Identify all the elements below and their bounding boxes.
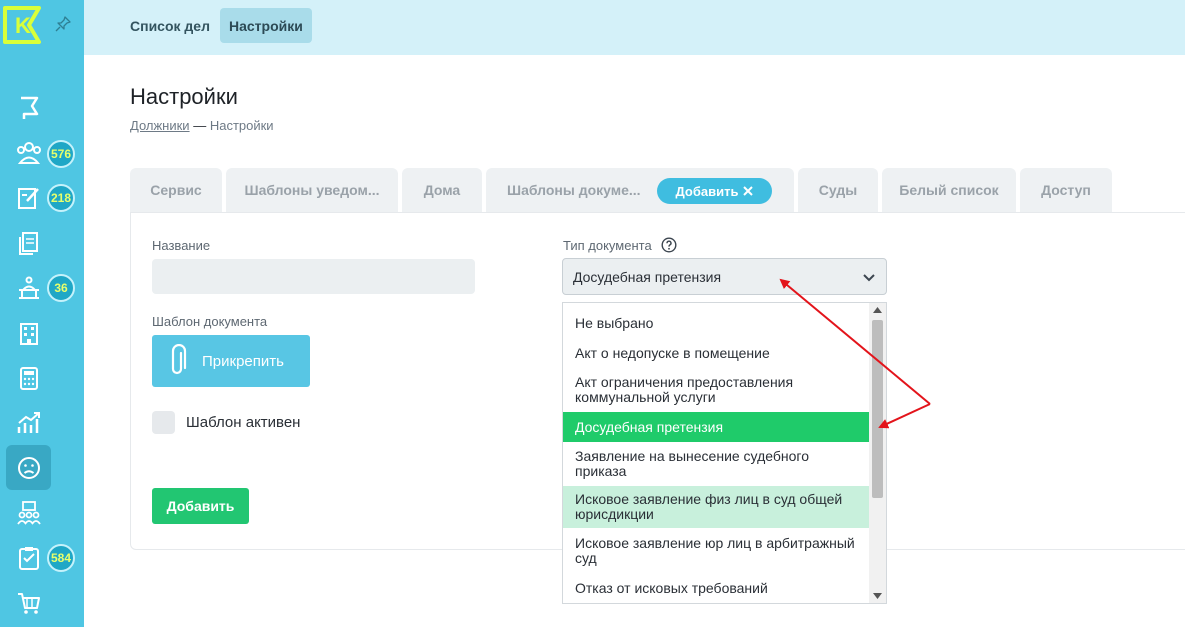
template-active-label: Шаблон активен bbox=[186, 414, 301, 431]
sidebar-item-tasks[interactable] bbox=[6, 175, 51, 220]
tab-courts[interactable]: Суды bbox=[798, 168, 878, 212]
help-icon[interactable] bbox=[661, 237, 677, 253]
add-template-chip-label: Добавить bbox=[675, 183, 739, 199]
tab-houses[interactable]: Дома bbox=[402, 168, 482, 212]
tab-notification-templates[interactable]: Шаблоны уведом... bbox=[226, 168, 398, 212]
sidebar-item-users[interactable] bbox=[6, 490, 51, 535]
edit-document-icon bbox=[17, 187, 39, 209]
users-presentation-icon bbox=[16, 500, 41, 525]
tab-whitelist[interactable]: Белый список bbox=[882, 168, 1016, 212]
chart-growth-icon bbox=[17, 411, 40, 433]
calculator-icon bbox=[19, 366, 38, 390]
tab-document-templates-label: Шаблоны докуме... bbox=[507, 182, 641, 198]
template-active-checkbox[interactable] bbox=[152, 411, 175, 434]
sidebar-item-debtors[interactable] bbox=[6, 130, 51, 175]
dropdown-option[interactable]: Не выбрано bbox=[563, 309, 870, 337]
dropdown-option[interactable]: Акт ограничения предоставления коммуналь… bbox=[563, 369, 870, 411]
sidebar-item-calculator[interactable] bbox=[6, 355, 51, 400]
doc-type-label: Тип документа bbox=[563, 238, 652, 253]
sidebar-item-court[interactable] bbox=[6, 265, 51, 310]
dropdown-option[interactable]: Исковое заявление юр лиц в арбитражный с… bbox=[563, 530, 870, 572]
scroll-up-icon[interactable] bbox=[873, 307, 882, 313]
add-button[interactable]: Добавить bbox=[152, 488, 249, 524]
logo-row: K bbox=[0, 0, 84, 55]
attach-button-label: Прикрепить bbox=[202, 352, 284, 370]
court-count-badge: 36 bbox=[47, 274, 75, 302]
sidebar-item-buildings[interactable] bbox=[6, 310, 51, 355]
dropdown-option[interactable]: Отказ от исковых требований bbox=[563, 574, 870, 602]
dropdown-option[interactable]: Акт о недопуске в помещение bbox=[563, 339, 870, 367]
pin-icon[interactable] bbox=[54, 15, 72, 33]
tasks-count-badge: 218 bbox=[47, 184, 75, 212]
people-group-icon bbox=[16, 141, 41, 164]
breadcrumb-link-debtors[interactable]: Должники bbox=[130, 118, 190, 133]
template-label: Шаблон документа bbox=[152, 314, 268, 329]
dropdown-option-hovered[interactable]: Исковое заявление физ лиц в суд общей юр… bbox=[563, 486, 870, 528]
tab-task-list[interactable]: Список дел bbox=[121, 8, 219, 43]
doc-type-select[interactable]: Досудебная претензия bbox=[562, 258, 887, 295]
attach-button[interactable]: Прикрепить bbox=[152, 335, 310, 387]
sidebar: K 576 218 36 584 bbox=[0, 0, 84, 627]
name-input[interactable] bbox=[152, 259, 475, 294]
doc-type-dropdown: Не выбрано Акт о недопуске в помещение А… bbox=[562, 302, 887, 604]
sidebar-item-analytics[interactable] bbox=[6, 400, 51, 445]
chevron-down-icon bbox=[863, 274, 875, 282]
sidebar-item-claims[interactable] bbox=[6, 445, 51, 490]
dropdown-option[interactable]: Заявление на вынесение судебного приказа bbox=[563, 443, 870, 485]
court-icon bbox=[18, 276, 39, 299]
clipboard-check-icon bbox=[18, 546, 39, 570]
tab-settings[interactable]: Настройки bbox=[220, 8, 312, 43]
checklist-count-badge: 584 bbox=[47, 544, 75, 572]
top-bar: Список дел Настройки bbox=[84, 0, 1185, 55]
scroll-down-icon[interactable] bbox=[873, 593, 882, 599]
svg-text:K: K bbox=[15, 13, 31, 38]
dropdown-option-selected[interactable]: Досудебная претензия bbox=[563, 412, 870, 442]
building-icon bbox=[19, 322, 38, 345]
sidebar-item-shop[interactable] bbox=[6, 580, 51, 625]
breadcrumb-separator: — bbox=[193, 118, 207, 133]
flag-icon bbox=[20, 96, 38, 119]
breadcrumb: Должники — Настройки bbox=[130, 118, 274, 133]
sidebar-item-documents[interactable] bbox=[6, 220, 51, 265]
sidebar-item-checklist[interactable] bbox=[6, 535, 51, 580]
dropdown-scroll-thumb[interactable] bbox=[872, 320, 883, 498]
doc-type-selected-value: Досудебная претензия bbox=[573, 268, 722, 285]
cart-icon bbox=[17, 592, 40, 614]
debtors-count-badge: 576 bbox=[47, 140, 75, 168]
add-template-chip[interactable]: Добавить bbox=[657, 178, 772, 204]
tab-service[interactable]: Сервис bbox=[130, 168, 222, 212]
paperclip-icon bbox=[171, 344, 187, 375]
documents-icon bbox=[18, 231, 38, 255]
page-title: Настройки bbox=[130, 84, 238, 109]
dropdown-scrollbar[interactable] bbox=[869, 303, 886, 603]
name-label: Название bbox=[152, 238, 211, 253]
close-icon[interactable] bbox=[743, 186, 754, 196]
sad-face-icon bbox=[17, 456, 40, 479]
tab-access[interactable]: Доступ bbox=[1020, 168, 1112, 212]
sidebar-item-home[interactable] bbox=[6, 85, 51, 130]
breadcrumb-current: Настройки bbox=[209, 118, 274, 133]
logo-icon[interactable]: K bbox=[2, 5, 42, 45]
